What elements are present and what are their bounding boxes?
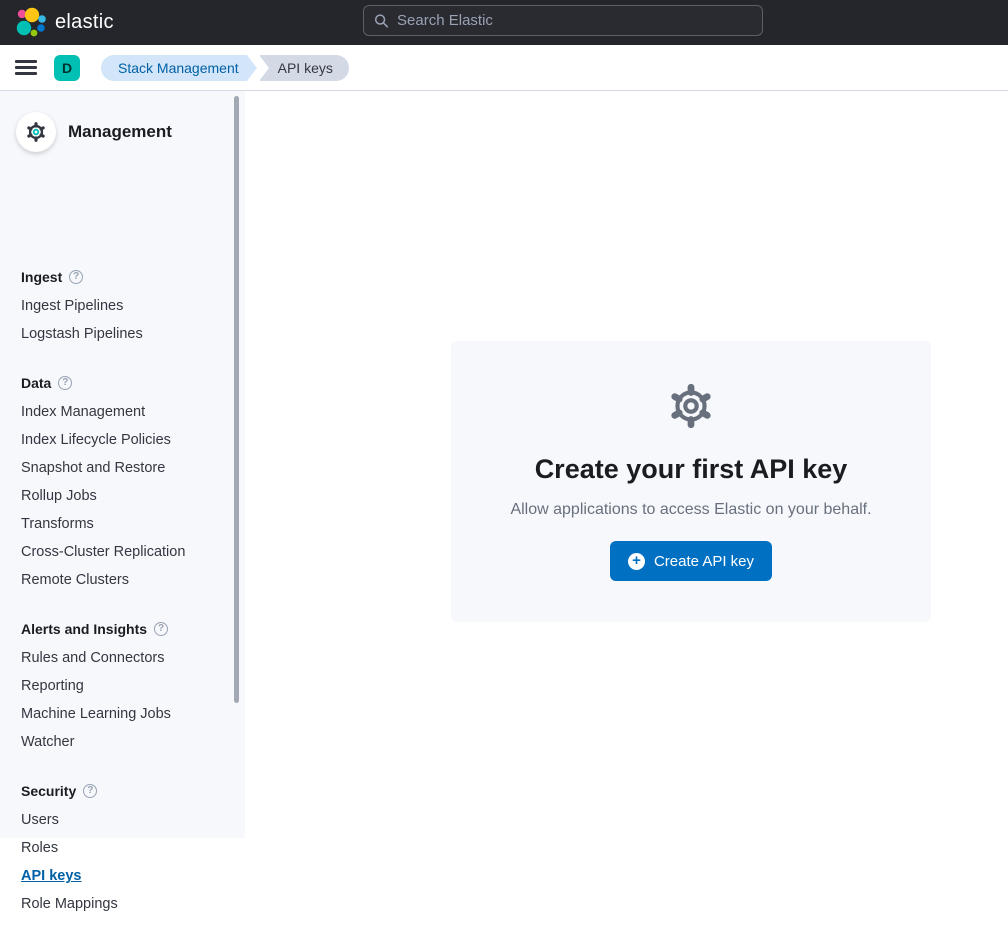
brand-name: elastic — [55, 11, 114, 34]
sidebar-item-users[interactable]: Users — [21, 806, 220, 834]
create-api-key-label: Create API key — [654, 553, 754, 570]
section-header: Ingest? — [21, 262, 220, 292]
empty-state-subtitle: Allow applications to access Elastic on … — [451, 501, 931, 519]
gear-icon-large — [451, 381, 931, 436]
sidebar-section-ingest: Ingest?Ingest PipelinesLogstash Pipeline… — [21, 262, 220, 348]
empty-state-title: Create your first API key — [451, 454, 931, 485]
breadcrumb-api-keys[interactable]: API keys — [260, 55, 349, 81]
breadcrumb: Stack Management API keys — [101, 55, 349, 81]
section-label: Alerts and Insights — [21, 621, 147, 637]
sidebar-item-transforms[interactable]: Transforms — [21, 510, 220, 538]
menu-icon[interactable] — [15, 60, 37, 75]
section-header: Alerts and Insights? — [21, 614, 220, 644]
sidebar-item-remote-clusters[interactable]: Remote Clusters — [21, 566, 220, 594]
section-label: Ingest — [21, 269, 62, 285]
sidebar-item-logstash-pipelines[interactable]: Logstash Pipelines — [21, 320, 220, 348]
sidebar-item-role-mappings[interactable]: Role Mappings — [21, 890, 220, 918]
create-api-key-button[interactable]: + Create API key — [610, 541, 772, 581]
sidebar-item-watcher[interactable]: Watcher — [21, 728, 220, 756]
sidebar-item-cross-cluster-replication[interactable]: Cross-Cluster Replication — [21, 538, 220, 566]
top-header-bar: elastic — [0, 0, 1008, 45]
sidebar-item-index-management[interactable]: Index Management — [21, 398, 220, 426]
sidebar-section-data: Data?Index ManagementIndex Lifecycle Pol… — [21, 368, 220, 594]
breadcrumb-stack-management[interactable]: Stack Management — [101, 55, 247, 81]
sidebar-item-snapshot-and-restore[interactable]: Snapshot and Restore — [21, 454, 220, 482]
sidebar-header: Management — [16, 112, 172, 152]
space-avatar[interactable]: D — [54, 55, 80, 81]
search-input[interactable] — [397, 12, 752, 29]
sidebar-item-machine-learning-jobs[interactable]: Machine Learning Jobs — [21, 700, 220, 728]
search-icon — [374, 13, 389, 29]
sidebar-scrollbar[interactable] — [234, 96, 239, 703]
sidebar-title: Management — [68, 122, 172, 142]
help-icon[interactable]: ? — [58, 376, 72, 390]
sidebar-section-alerts-and-insights: Alerts and Insights?Rules and Connectors… — [21, 614, 220, 756]
section-label: Data — [21, 375, 51, 391]
sidebar-item-rules-and-connectors[interactable]: Rules and Connectors — [21, 644, 220, 672]
sidebar-item-ingest-pipelines[interactable]: Ingest Pipelines — [21, 292, 220, 320]
management-sidebar: Management Ingest?Ingest PipelinesLogsta… — [0, 91, 245, 838]
sidebar-section-security: Security?UsersRolesAPI keysRole Mappings — [21, 776, 220, 918]
management-app-avatar — [16, 112, 56, 152]
elastic-logo[interactable]: elastic — [14, 7, 114, 39]
section-header: Security? — [21, 776, 220, 806]
help-icon[interactable]: ? — [83, 784, 97, 798]
sidebar-item-reporting[interactable]: Reporting — [21, 672, 220, 700]
sidebar-sections: Ingest?Ingest PipelinesLogstash Pipeline… — [0, 254, 230, 938]
breadcrumb-bar: D Stack Management API keys — [0, 45, 1008, 91]
sidebar-item-rollup-jobs[interactable]: Rollup Jobs — [21, 482, 220, 510]
sidebar-item-index-lifecycle-policies[interactable]: Index Lifecycle Policies — [21, 426, 220, 454]
section-label: Security — [21, 783, 76, 799]
global-search[interactable] — [363, 5, 763, 36]
section-header: Data? — [21, 368, 220, 398]
sidebar-item-roles[interactable]: Roles — [21, 834, 220, 862]
plus-icon: + — [628, 553, 645, 570]
help-icon[interactable]: ? — [69, 270, 83, 284]
empty-state-panel: Create your first API key Allow applicat… — [451, 341, 931, 622]
help-icon[interactable]: ? — [154, 622, 168, 636]
gear-icon — [25, 121, 47, 143]
sidebar-item-api-keys[interactable]: API keys — [21, 862, 220, 890]
elastic-logo-icon — [14, 7, 46, 39]
